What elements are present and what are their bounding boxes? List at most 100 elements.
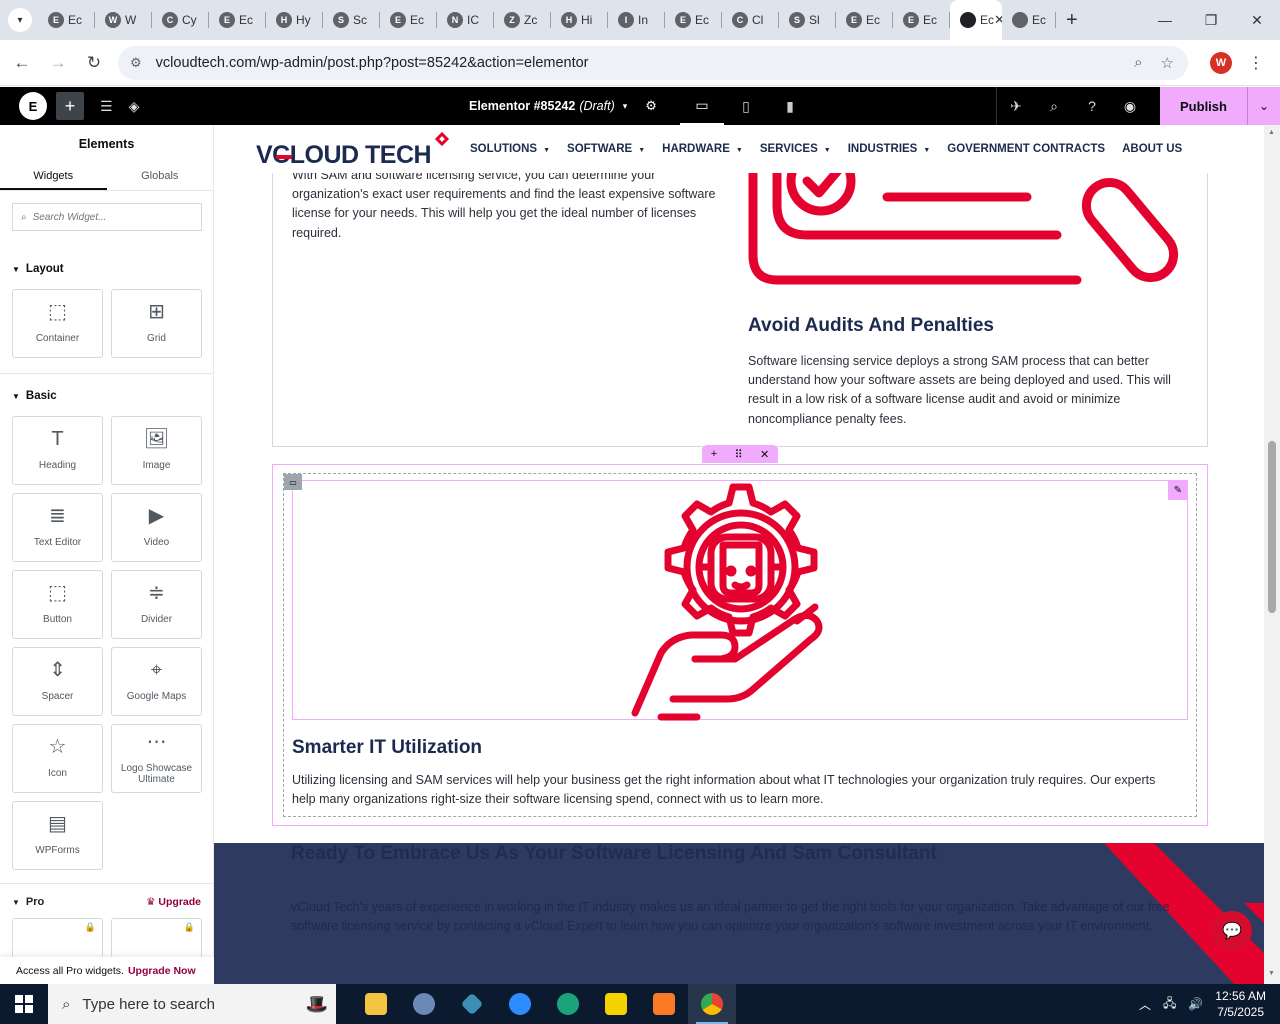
- canvas-scrollbar[interactable]: ▲ ▼: [1264, 125, 1280, 984]
- url-text[interactable]: vcloudtech.com/wp-admin/post.php?post=85…: [156, 55, 589, 71]
- structure-layers-icon[interactable]: ◈: [129, 98, 140, 115]
- app-hexagon-icon[interactable]: [448, 984, 496, 1024]
- widget-container[interactable]: ⬚ Container: [12, 289, 103, 358]
- browser-tab[interactable]: E Ec: [665, 0, 722, 40]
- notifications-rocket-icon[interactable]: ✈: [997, 98, 1035, 115]
- app-bird-icon[interactable]: [400, 984, 448, 1024]
- container-handle-icon[interactable]: ▭: [284, 474, 302, 490]
- browser-tab[interactable]: E Ec: [209, 0, 266, 40]
- widget-image[interactable]: 🖼 Image: [111, 416, 202, 485]
- category-pro[interactable]: ▼ Pro ♛ Upgrade: [0, 896, 213, 908]
- back-arrow-icon[interactable]: ←: [4, 53, 40, 73]
- widget-icon[interactable]: ☆ Icon: [12, 724, 103, 793]
- profile-avatar[interactable]: W: [1210, 51, 1232, 74]
- inner-container[interactable]: Smarter IT Utilization Utilizing licensi…: [283, 473, 1197, 817]
- taskbar-clock[interactable]: 12:56 AM 7/5/2025: [1215, 988, 1266, 1020]
- active-tab[interactable]: Ec ✕: [950, 0, 1002, 40]
- tab-search-icon[interactable]: ▾: [8, 8, 32, 32]
- upgrade-link[interactable]: ♛ Upgrade: [146, 896, 201, 908]
- add-section-icon[interactable]: +: [711, 448, 717, 460]
- desktop-icon[interactable]: ▭: [680, 87, 724, 125]
- network-icon[interactable]: 🖧: [1163, 994, 1176, 1015]
- browser-tab[interactable]: E Ec: [38, 0, 95, 40]
- widget-button[interactable]: ⬚ Button: [12, 570, 103, 639]
- tray-chevron-up-icon[interactable]: ︿: [1139, 996, 1151, 1013]
- widget-divider[interactable]: ≑ Divider: [111, 570, 202, 639]
- browser-tab[interactable]: E Ec: [893, 0, 950, 40]
- widget-text-editor[interactable]: ≣ Text Editor: [12, 493, 103, 562]
- sticky-notes-icon[interactable]: [592, 984, 640, 1024]
- site-info-icon[interactable]: ⚙: [130, 55, 142, 71]
- new-tab-icon[interactable]: +: [1066, 9, 1078, 32]
- site-settings-icon[interactable]: ☰: [100, 98, 113, 115]
- browser-tab[interactable]: C Cl: [722, 0, 779, 40]
- widget-wpforms[interactable]: ▤ WPForms: [12, 801, 103, 870]
- browser-tab[interactable]: Z Zc: [494, 0, 551, 40]
- selected-section[interactable]: Smarter IT Utilization Utilizing licensi…: [272, 464, 1208, 826]
- widget-google-maps[interactable]: ⌖ Google Maps: [111, 647, 202, 716]
- add-element-icon[interactable]: +: [56, 92, 84, 120]
- nav-item-about-us[interactable]: ABOUT US: [1122, 143, 1182, 155]
- close-window-icon[interactable]: ✕: [1234, 0, 1280, 40]
- edge-browser-icon[interactable]: [544, 984, 592, 1024]
- widget-video[interactable]: ▶ Video: [111, 493, 202, 562]
- publish-button[interactable]: Publish: [1160, 87, 1247, 125]
- vcloud-tech-logo[interactable]: VCLOUD TECH: [256, 131, 456, 169]
- category-basic[interactable]: ▼ Basic: [0, 386, 213, 406]
- widget-heading[interactable]: T Heading: [12, 416, 103, 485]
- edit-widget-pencil-icon[interactable]: ✎: [1168, 480, 1188, 500]
- browser-tab[interactable]: H Hi: [551, 0, 608, 40]
- search-widget-input[interactable]: [32, 211, 193, 223]
- browser-tab[interactable]: C Cy: [152, 0, 209, 40]
- xampp-icon[interactable]: [640, 984, 688, 1024]
- widget-spacer[interactable]: ⇕ Spacer: [12, 647, 103, 716]
- locked-pro-widget[interactable]: 🔒: [12, 918, 103, 958]
- image-widget[interactable]: [292, 480, 1188, 721]
- delete-section-icon[interactable]: ✕: [760, 448, 769, 461]
- nav-item-industries[interactable]: INDUSTRIES ▼: [848, 143, 931, 155]
- address-bar[interactable]: ⚙ vcloudtech.com/wp-admin/post.php?post=…: [118, 45, 1188, 80]
- browser-tab[interactable]: I In: [608, 0, 665, 40]
- browser-tab[interactable]: WW: [95, 0, 152, 40]
- bookmark-star-icon[interactable]: ☆: [1161, 54, 1174, 72]
- scrollbar-thumb[interactable]: [1268, 441, 1276, 613]
- tab-close-icon[interactable]: ✕: [994, 12, 1002, 28]
- tablet-icon[interactable]: ▯: [724, 87, 768, 125]
- preview-eye-icon[interactable]: ◉: [1111, 98, 1149, 115]
- help-icon[interactable]: ?: [1073, 98, 1111, 114]
- drag-handle-icon[interactable]: ⠿: [735, 448, 743, 461]
- publish-options-chevron-icon[interactable]: ⌄: [1247, 87, 1280, 125]
- mobile-icon[interactable]: ▮: [768, 87, 812, 125]
- document-title[interactable]: Elementor #85242 (Draft) ▾ ⚙: [469, 87, 657, 125]
- browser-tab[interactable]: E Ec: [836, 0, 893, 40]
- browser-tab[interactable]: H Hy: [266, 0, 323, 40]
- minimize-icon[interactable]: —: [1142, 0, 1188, 40]
- locked-pro-widget[interactable]: 🔒: [111, 918, 202, 958]
- browser-tab[interactable]: Ec: [1002, 0, 1056, 40]
- elementor-logo-icon[interactable]: E: [19, 92, 47, 120]
- browser-tab[interactable]: E Ec: [380, 0, 437, 40]
- finder-search-icon[interactable]: ⌕: [1035, 98, 1073, 115]
- browser-menu-icon[interactable]: ⋮: [1248, 53, 1264, 73]
- reload-icon[interactable]: ↻: [76, 53, 112, 73]
- browser-tab[interactable]: N IC: [437, 0, 494, 40]
- nav-item-government-contracts[interactable]: GOVERNMENT CONTRACTS: [947, 143, 1105, 155]
- tab-globals[interactable]: Globals: [107, 163, 214, 190]
- restore-icon[interactable]: ❐: [1188, 0, 1234, 40]
- file-explorer-icon[interactable]: [352, 984, 400, 1024]
- widget-logo-showcase-ultimate[interactable]: ⋯ Logo Showcase Ultimate: [111, 724, 202, 793]
- windows-start-icon[interactable]: [0, 984, 48, 1024]
- nav-item-solutions[interactable]: SOLUTIONS ▼: [470, 143, 550, 155]
- browser-tab[interactable]: S Sc: [323, 0, 380, 40]
- chat-bubble-icon[interactable]: 💬: [1212, 911, 1252, 951]
- volume-icon[interactable]: 🔊: [1188, 997, 1203, 1011]
- widget-grid[interactable]: ⊞ Grid: [111, 289, 202, 358]
- chrome-browser-icon[interactable]: [688, 984, 736, 1024]
- category-layout[interactable]: ▼ Layout: [0, 259, 213, 279]
- scroll-down-icon[interactable]: ▼: [1268, 970, 1275, 977]
- zoom-app-icon[interactable]: [496, 984, 544, 1024]
- search-widget-field[interactable]: ⌕: [12, 203, 202, 231]
- nav-item-services[interactable]: SERVICES ▼: [760, 143, 831, 155]
- tab-widgets[interactable]: Widgets: [0, 163, 107, 190]
- zoom-icon[interactable]: ⌕: [1134, 54, 1142, 72]
